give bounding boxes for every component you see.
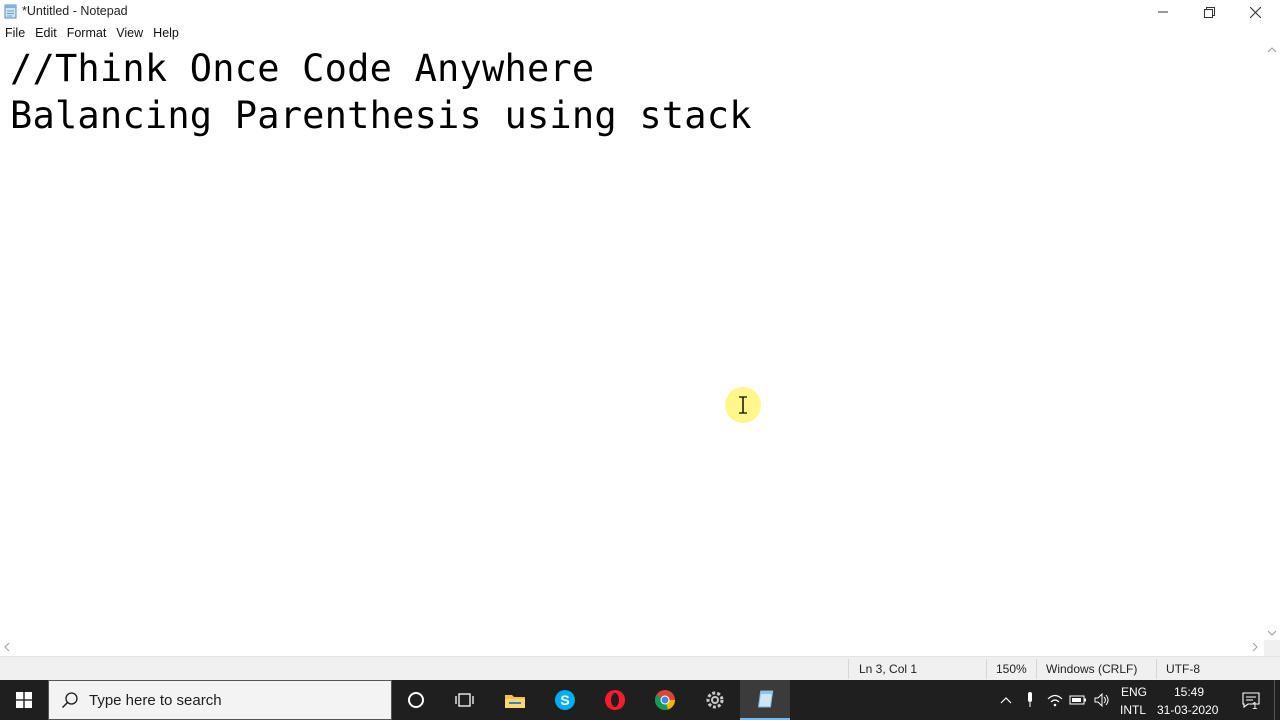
vertical-scrollbar[interactable] (1264, 43, 1280, 640)
language-indicator-top[interactable]: ENG (1121, 685, 1147, 699)
taskbar: Type here to search S ENG INTL 15:49 31-… (0, 680, 1280, 720)
opera-icon (605, 690, 625, 710)
clock-date[interactable]: 31-03-2020 (1157, 703, 1218, 717)
cortana-button[interactable] (391, 680, 441, 720)
windows-logo-icon (16, 692, 32, 708)
menu-format[interactable]: Format (62, 24, 112, 43)
skype-button[interactable]: S (540, 680, 590, 720)
menu-edit[interactable]: Edit (30, 24, 62, 43)
wifi-icon (1047, 694, 1063, 707)
status-bar: Ln 3, Col 1 150% Windows (CRLF) UTF-8 (0, 656, 1280, 680)
menu-help[interactable]: Help (148, 24, 184, 43)
text-editor[interactable]: //Think Once Code Anywhere Balancing Par… (0, 43, 1264, 640)
show-desktop-button[interactable] (1274, 680, 1280, 720)
skype-icon: S (555, 690, 575, 710)
network-button[interactable] (1045, 690, 1065, 710)
scrollbar-corner (1264, 640, 1280, 656)
settings-icon (706, 691, 724, 709)
status-divider (1156, 659, 1157, 679)
search-icon (61, 692, 78, 709)
status-divider (1036, 659, 1037, 679)
settings-app-button[interactable] (690, 680, 740, 720)
close-icon (1249, 6, 1261, 18)
action-center-button[interactable]: 1 (1234, 680, 1268, 720)
editor-line-1: //Think Once Code Anywhere (10, 47, 595, 90)
search-placeholder: Type here to search (89, 691, 222, 709)
close-button[interactable] (1232, 0, 1278, 24)
clock-time[interactable]: 15:49 (1174, 685, 1204, 699)
chrome-button[interactable] (640, 680, 690, 720)
status-divider (986, 659, 987, 679)
menu-view[interactable]: View (111, 24, 148, 43)
taskbar-search-box[interactable]: Type here to search (48, 680, 392, 720)
status-line-ending: Windows (CRLF) (1046, 662, 1138, 676)
microphone-button[interactable] (1020, 690, 1040, 710)
scroll-left-icon[interactable] (4, 643, 10, 651)
notification-count-badge: 1 (1252, 701, 1258, 712)
volume-button[interactable] (1092, 690, 1112, 710)
task-view-icon (455, 693, 474, 707)
scroll-up-icon[interactable] (1268, 47, 1276, 53)
minimize-button[interactable] (1140, 0, 1186, 24)
file-explorer-button[interactable] (490, 680, 540, 720)
microphone-icon (1028, 692, 1032, 707)
file-explorer-icon (505, 695, 525, 708)
horizontal-scrollbar[interactable] (0, 640, 1264, 656)
text-cursor-icon (739, 396, 747, 414)
title-bar: *Untitled - Notepad (0, 0, 1280, 24)
restore-button[interactable] (1186, 0, 1232, 24)
battery-button[interactable] (1068, 690, 1088, 710)
battery-icon (1069, 695, 1086, 705)
window-title: *Untitled - Notepad (22, 4, 128, 18)
restore-icon (1203, 6, 1215, 18)
status-encoding: UTF-8 (1166, 662, 1200, 676)
notepad-taskbar-button[interactable] (740, 680, 790, 720)
scroll-down-icon[interactable] (1268, 630, 1276, 636)
editor-line-2: Balancing Parenthesis using stack (10, 94, 752, 137)
start-button[interactable] (0, 680, 48, 720)
menu-file[interactable]: File (0, 24, 30, 43)
scroll-right-icon[interactable] (1252, 643, 1258, 651)
status-cursor-position: Ln 3, Col 1 (859, 662, 918, 676)
notepad-app-icon (4, 4, 17, 19)
opera-button[interactable] (590, 680, 640, 720)
chrome-icon (655, 690, 675, 710)
status-divider (848, 659, 849, 679)
chevron-up-icon (1000, 697, 1012, 704)
speaker-icon (1094, 693, 1109, 707)
menu-bar: File Edit Format View Help (0, 24, 184, 43)
task-view-button[interactable] (439, 680, 489, 720)
language-indicator-bottom[interactable]: INTL (1120, 703, 1146, 717)
svg-text:S: S (560, 692, 569, 708)
notepad-icon (757, 690, 774, 708)
show-hidden-icons-button[interactable] (996, 690, 1016, 710)
status-zoom: 150% (996, 662, 1027, 676)
cortana-icon (408, 692, 424, 708)
minimize-icon (1158, 11, 1168, 13)
